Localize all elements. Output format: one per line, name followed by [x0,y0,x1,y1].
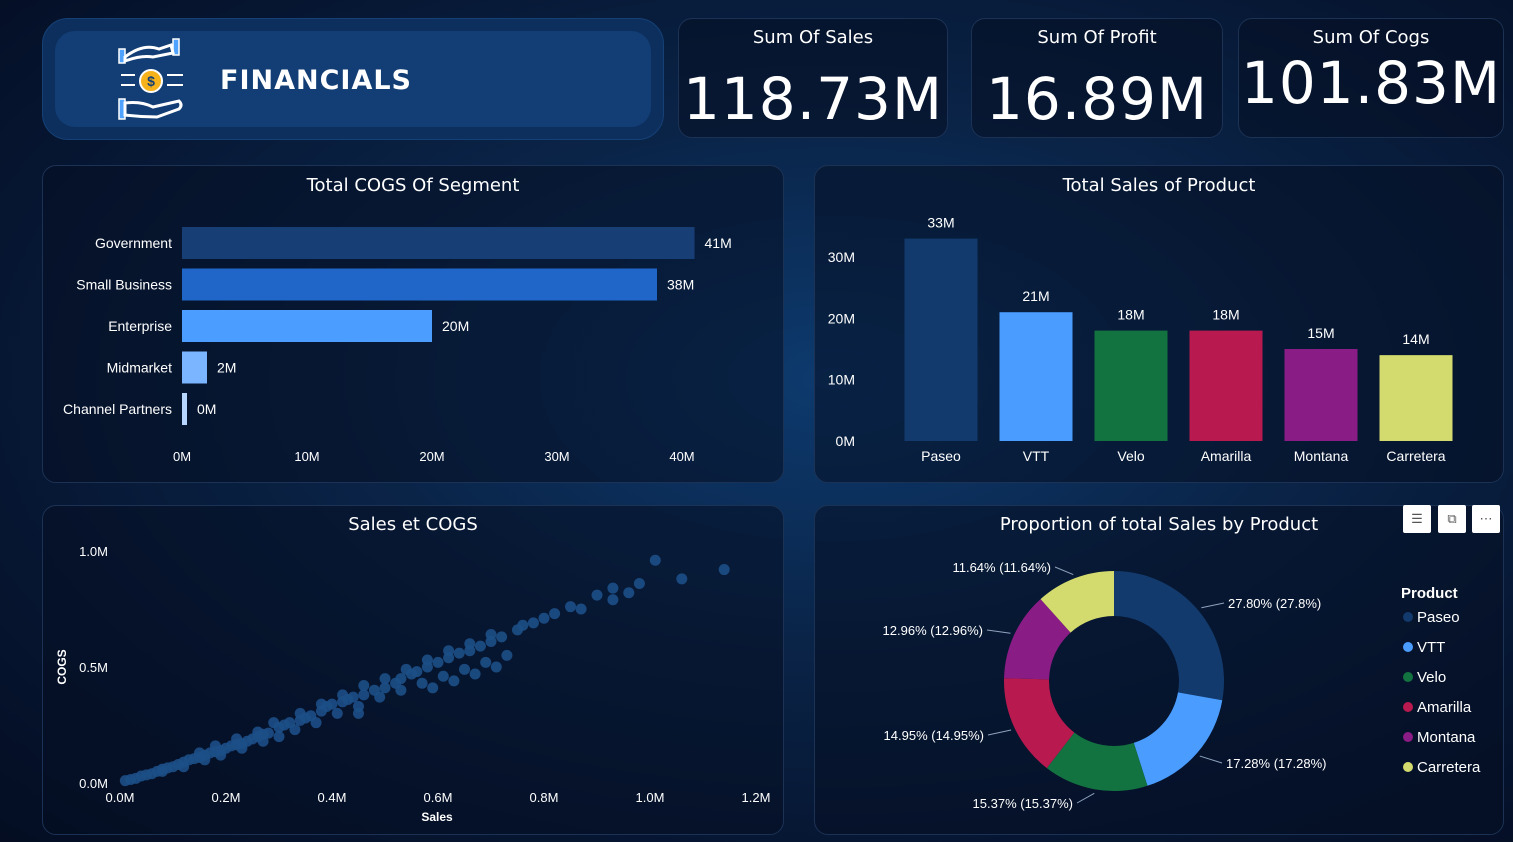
kpi-label: Sum Of Sales [752,27,874,48]
kpi-value: 118.73M [683,65,943,133]
sales-cogs-panel[interactable]: Sales et COGS [42,505,784,835]
sales-product-panel[interactable]: Total Sales of Product [814,165,1504,483]
kpi-value: 16.89M [985,65,1209,133]
more-options-icon[interactable]: ⋯ [1472,505,1500,533]
svg-text:$: $ [147,73,155,89]
money-hands-icon: $ [118,38,183,120]
kpi-label: Sum Of Profit [1037,27,1157,48]
header-inner: $ FINANCIALS [55,31,651,127]
kpi-card-sales[interactable]: Sum Of Sales 118.73M [678,18,948,138]
focus-mode-icon[interactable]: ⧉ [1438,505,1466,533]
kpi-card-profit[interactable]: Sum Of Profit 16.89M [971,18,1223,138]
chart-title: Proportion of total Sales by Product [999,514,1319,535]
kpi-card-cogs[interactable]: Sum Of Cogs 101.83M [1238,18,1504,138]
kpi-value: 101.83M [1241,49,1501,117]
filter-icon[interactable]: ☰ [1403,505,1431,533]
chart-title: Sales et COGS [348,514,478,535]
page-title: FINANCIALS [220,65,412,96]
header-banner: $ FINANCIALS [42,18,664,140]
kpi-label: Sum Of Cogs [1312,27,1430,48]
proportion-panel[interactable]: Proportion of total Sales by Product [814,505,1504,835]
chart-title: Total Sales of Product [1062,175,1256,196]
chart-title: Total COGS Of Segment [306,175,520,196]
cogs-segment-panel[interactable]: Total COGS Of Segment [42,165,784,483]
